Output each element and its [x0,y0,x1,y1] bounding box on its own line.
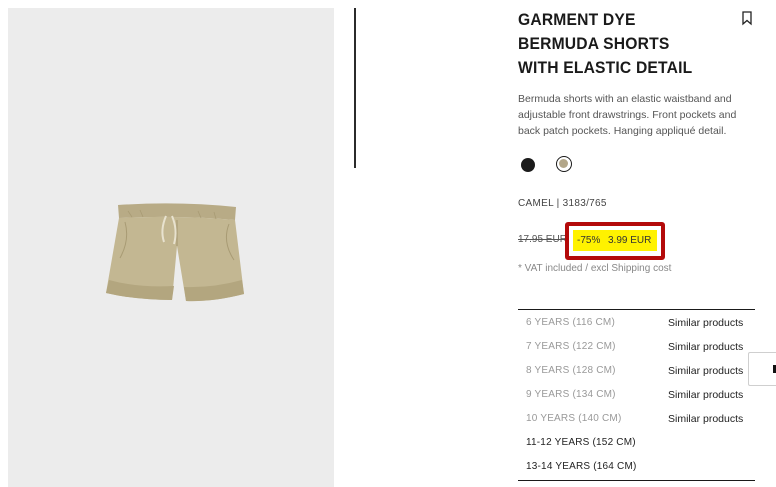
size-list: 6 YEARS (116 CM) Similar products 7 YEAR… [518,309,755,478]
size-label: 11-12 YEARS (152 CM) [526,437,636,448]
size-label: 10 YEARS (140 CM) [526,413,622,424]
panel-divider [354,8,356,168]
product-title: GARMENT DYE BERMUDA SHORTS WITH ELASTIC … [518,10,693,77]
color-swatch-camel[interactable] [556,156,572,172]
bookmark-icon[interactable] [740,10,754,26]
size-list-bottom-border [518,480,755,481]
product-description: Bermuda shorts with an elastic waistband… [518,93,737,137]
size-row[interactable]: 7 YEARS (122 CM) Similar products [518,334,755,358]
size-row[interactable]: 8 YEARS (128 CM) Similar products [518,358,755,382]
side-tab-icon[interactable] [748,352,776,386]
color-reference: CAMEL | 3183/765 [518,198,607,209]
similar-products-link[interactable]: Similar products [668,317,743,329]
size-row[interactable]: 13-14 YEARS (164 CM) [518,454,755,478]
size-row[interactable]: 11-12 YEARS (152 CM) [518,430,755,454]
similar-products-link[interactable]: Similar products [668,389,743,401]
shorts-illustration [106,203,244,302]
discount-badge: -75% [577,235,601,246]
vat-note: * VAT included / excl Shipping cost [518,263,672,274]
size-label: 6 YEARS (116 CM) [526,317,615,328]
size-row[interactable]: 9 YEARS (134 CM) Similar products [518,382,755,406]
size-label: 9 YEARS (134 CM) [526,389,616,400]
size-row[interactable]: 10 YEARS (140 CM) Similar products [518,406,755,430]
color-swatch-black[interactable] [521,158,535,172]
size-label: 13-14 YEARS (164 CM) [526,461,637,472]
similar-products-link[interactable]: Similar products [668,413,743,425]
sale-price: 3.99 EUR [608,235,652,246]
product-image[interactable] [8,8,334,487]
similar-products-link[interactable]: Similar products [668,365,743,377]
size-label: 7 YEARS (122 CM) [526,341,616,352]
old-price: 17.95 EUR [518,234,567,245]
size-row[interactable]: 6 YEARS (116 CM) Similar products [518,310,755,334]
similar-products-link[interactable]: Similar products [668,341,743,353]
size-label: 8 YEARS (128 CM) [526,365,616,376]
